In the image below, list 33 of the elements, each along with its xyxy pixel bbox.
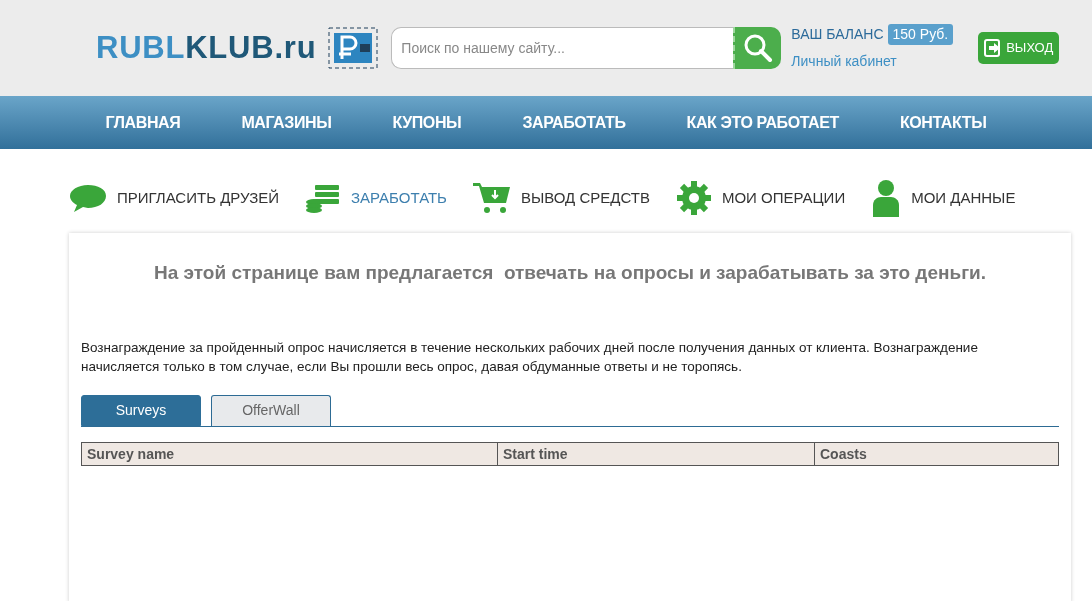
nav-link[interactable]: ЗАРАБОТАТЬ [522,110,626,135]
exit-icon [984,39,1003,57]
search-field[interactable]: Поиск по нашему сайту... [391,27,734,69]
site-logo[interactable]: RUBLKLUB.ru [96,24,317,72]
search-icon [743,33,774,63]
nav-link[interactable]: МАГАЗИНЫ [241,110,332,135]
account-menu-item[interactable]: ЗАРАБОТАТЬ [305,183,447,213]
account-link[interactable]: Личный кабинет [791,51,954,72]
page-heading: На этой странице вам предлагается отвечать на опросы и зарабатывать за это деньги. [153,261,987,285]
column-header: Start time [497,442,814,465]
account-menu-item[interactable]: ВЫВОД СРЕДСТВ [472,181,650,215]
balance-label: ВАШ БАЛАНС [791,25,884,44]
person-icon [871,179,902,217]
nav-link[interactable]: КУПОНЫ [392,110,462,135]
account-menu-item[interactable]: МОИ ДАННЫЕ [871,179,1016,217]
speech-bubble-icon [69,183,107,213]
cart-icon [472,181,511,215]
nav-link[interactable]: КАК ЭТО РАБОТАЕТ [686,110,839,135]
nav-link[interactable]: КОНТАКТЫ [899,110,987,135]
tab[interactable]: Surveys [81,394,201,426]
account-menu-item[interactable]: МОИ ОПЕРАЦИИ [675,180,846,216]
tab[interactable]: OfferWall [211,394,331,426]
nav-link[interactable]: ГЛАВНАЯ [105,110,181,135]
column-header: Survey name [86,444,176,464]
reward-note: Вознаграждение за пройденный опрос начисляется в течение нескольких рабочих дней после получения данных от клиента. Вознаграждение начисляется только в том случае, если Вы прошли весь опрос, давая обдуманные ответы и не торопясь. [81,338,979,376]
ruble-wallet-icon [328,27,379,69]
gear-icon [675,180,712,216]
account-menu-item[interactable]: ПРИГЛАСИТЬ ДРУЗЕЙ [69,183,280,213]
column-header: Coasts [814,442,1058,465]
balance-amount: 150 Руб. [887,24,954,45]
search-button[interactable] [733,27,782,69]
money-stack-icon [305,183,342,213]
logout-button[interactable]: ВЫХОД [978,32,1060,64]
